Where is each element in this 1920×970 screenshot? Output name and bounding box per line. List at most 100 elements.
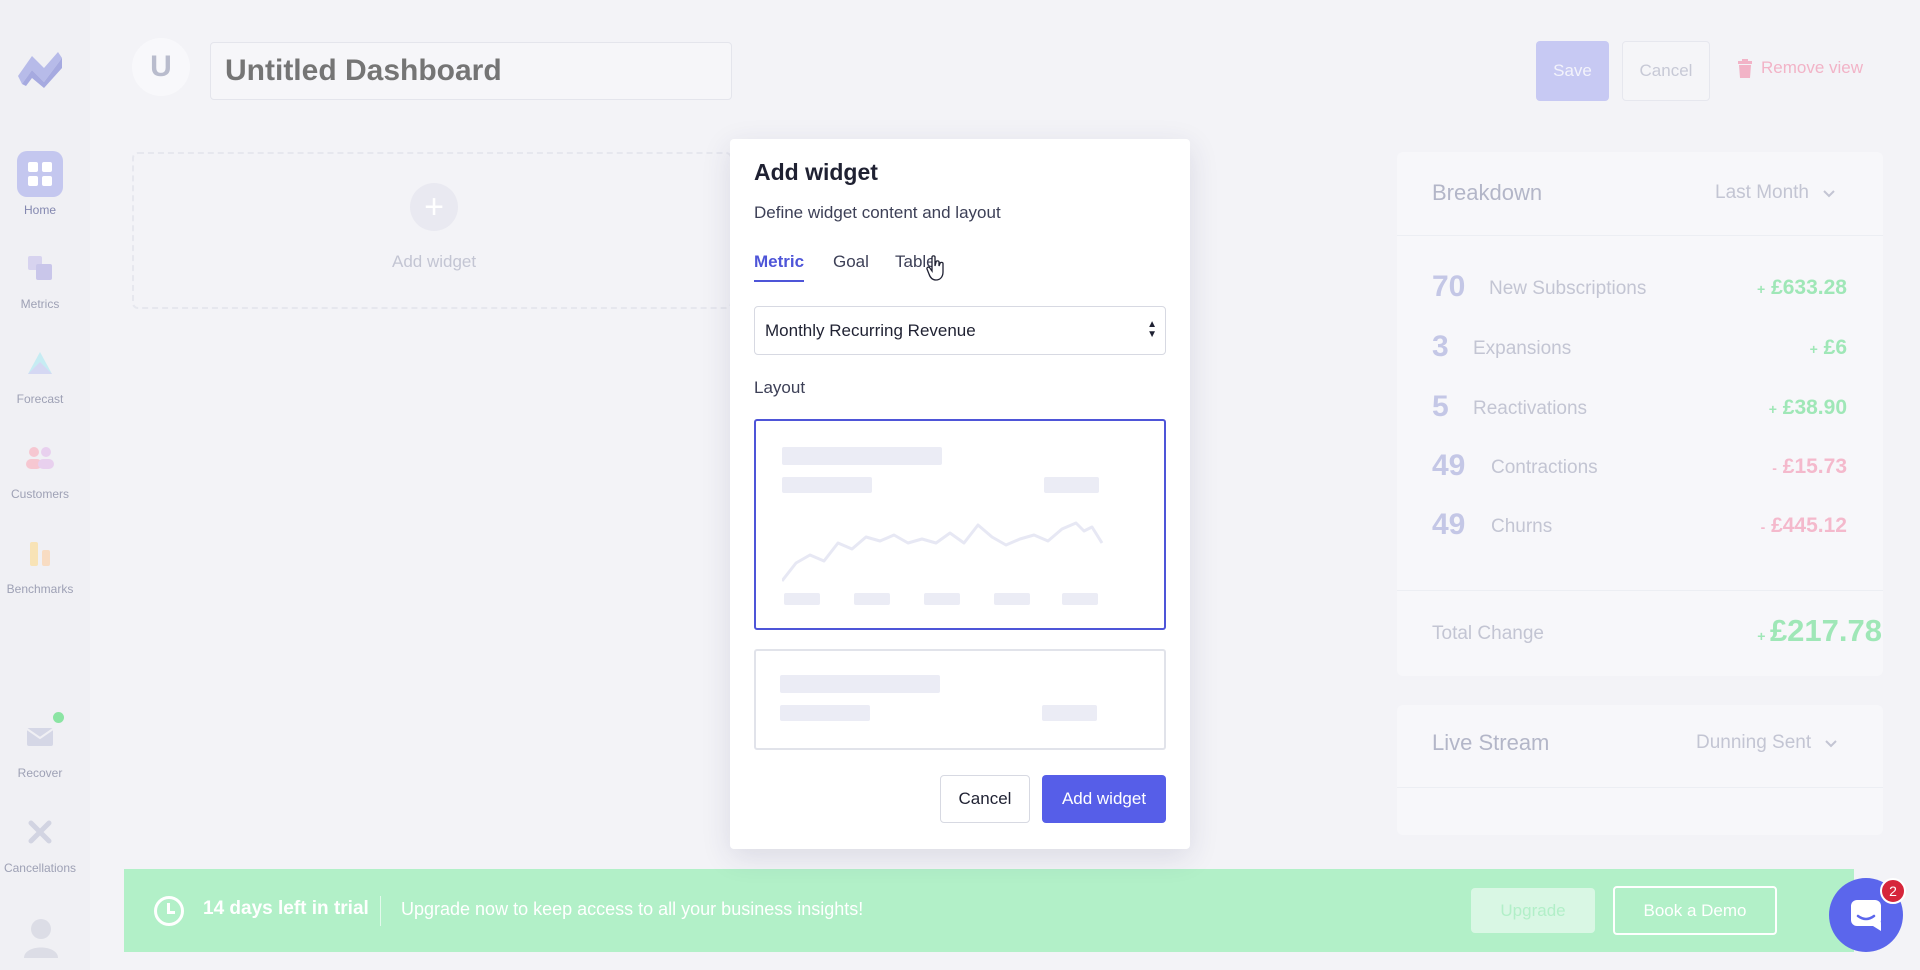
skeleton-bar	[854, 593, 890, 605]
divider	[1397, 787, 1883, 788]
total-change-value: + £217.78	[1757, 613, 1882, 648]
row-count: 49	[1432, 508, 1466, 541]
tab-goal[interactable]: Goal	[833, 252, 869, 280]
row-value: + £6	[1809, 336, 1847, 359]
total-change-label: Total Change	[1432, 623, 1544, 644]
trial-message: Upgrade now to keep access to all your b…	[401, 899, 864, 919]
skeleton-bar	[1062, 593, 1098, 605]
modal-title: Add widget	[754, 159, 878, 185]
row-label: Contractions	[1491, 457, 1598, 478]
add-widget-button[interactable]: Add widget	[1042, 775, 1166, 823]
save-button[interactable]: Save	[1536, 41, 1609, 101]
skeleton-bar	[780, 705, 870, 721]
notification-dot	[53, 712, 64, 723]
remove-view-label: Remove view	[1761, 58, 1864, 77]
breakdown-row: 49 Contractions - £15.73	[1432, 449, 1847, 489]
sidebar-item-home[interactable]: Home	[0, 151, 80, 217]
layout-label: Layout	[754, 378, 806, 397]
home-icon	[17, 151, 63, 197]
skeleton-bar	[780, 675, 940, 693]
row-label: New Subscriptions	[1489, 278, 1647, 299]
sidebar-item-label: Home	[23, 203, 56, 217]
row-value: + £38.90	[1768, 396, 1847, 419]
clock-icon	[154, 896, 184, 926]
chat-icon	[1851, 900, 1881, 931]
row-count: 5	[1432, 390, 1449, 423]
add-widget-placeholder-label: Add widget	[392, 252, 477, 271]
tab-metric[interactable]: Metric	[754, 252, 805, 282]
sidebar-item-label: Forecast	[16, 392, 64, 406]
row-label: Churns	[1491, 516, 1553, 537]
row-value: - £445.12	[1760, 514, 1847, 537]
trial-days-left: 14 days left in trial	[203, 898, 369, 919]
benchmarks-icon	[17, 530, 63, 576]
sidebar-item-label: Benchmarks	[6, 582, 74, 596]
chevron-down-icon	[1825, 740, 1838, 748]
sidebar-item-metrics[interactable]: Metrics	[0, 245, 80, 311]
plus-icon[interactable]: +	[410, 183, 458, 231]
row-value: - £15.73	[1772, 455, 1847, 478]
divider	[380, 896, 381, 926]
skeleton-bar	[1042, 705, 1097, 721]
skeleton-bar	[782, 447, 942, 465]
modal-subtitle: Define widget content and layout	[754, 203, 1001, 222]
breakdown-row: 70 New Subscriptions + £633.28	[1432, 270, 1847, 310]
metrics-icon	[17, 245, 63, 291]
live-stream-title: Live Stream	[1432, 730, 1550, 755]
logo-icon[interactable]	[14, 46, 66, 92]
breakdown-row: 5 Reactivations + £38.90	[1432, 390, 1847, 430]
cancel-button[interactable]: Cancel	[1622, 41, 1710, 101]
sidebar-item-label: Recover	[17, 766, 63, 780]
chevron-down-icon	[1823, 190, 1835, 198]
forecast-icon	[17, 340, 63, 386]
breakdown-period-select[interactable]: Last Month	[1715, 182, 1836, 204]
metric-select-value: Monthly Recurring Revenue	[765, 320, 976, 340]
row-count: 3	[1432, 330, 1449, 363]
dashboard-avatar: U	[132, 38, 190, 96]
cancellations-icon	[17, 809, 63, 855]
divider	[1397, 590, 1883, 591]
skeleton-bar	[924, 593, 960, 605]
chat-unread-badge: 2	[1880, 878, 1906, 904]
skeleton-bar	[1044, 477, 1099, 493]
sidebar-item-label: Metrics	[20, 297, 60, 311]
hand-cursor-icon	[926, 255, 944, 281]
metric-select[interactable]: Monthly Recurring Revenue ▲ ▼	[754, 306, 1166, 355]
divider	[1397, 235, 1883, 236]
skeleton-bar	[784, 593, 820, 605]
upgrade-button[interactable]: Upgrade	[1471, 888, 1595, 933]
book-demo-button[interactable]: Book a Demo	[1613, 886, 1777, 935]
row-count: 49	[1432, 449, 1466, 482]
breakdown-row: 3 Expansions + £6	[1432, 330, 1847, 370]
sidebar-item-customers[interactable]: Customers	[0, 435, 80, 501]
layout-option-number[interactable]	[754, 649, 1166, 750]
sidebar: Home Metrics Forecast Customers Benchmar…	[0, 0, 90, 970]
skeleton-bar	[782, 477, 872, 493]
dashboard-title-input[interactable]	[210, 42, 732, 100]
line-chart-preview	[782, 521, 1104, 582]
live-stream-filter-label: Dunning Sent	[1696, 732, 1812, 753]
sidebar-item-label: Cancellations	[3, 861, 77, 875]
sidebar-item-cancellations[interactable]: Cancellations	[0, 809, 80, 875]
modal-cancel-button[interactable]: Cancel	[940, 775, 1030, 823]
row-value: + £633.28	[1757, 276, 1847, 299]
row-label: Expansions	[1473, 338, 1572, 359]
breakdown-title: Breakdown	[1432, 180, 1543, 205]
live-stream-filter-select[interactable]: Dunning Sent	[1696, 732, 1838, 754]
breakdown-row: 49 Churns - £445.12	[1432, 508, 1847, 548]
select-arrows-icon: ▲ ▼	[1147, 319, 1157, 340]
add-widget-modal: Add widget Define widget content and lay…	[730, 139, 1190, 849]
layout-option-chart[interactable]	[754, 419, 1166, 630]
user-avatar-icon[interactable]	[22, 916, 60, 958]
row-count: 70	[1432, 270, 1466, 303]
sidebar-item-benchmarks[interactable]: Benchmarks	[0, 530, 80, 596]
sidebar-item-recover[interactable]: Recover	[0, 714, 80, 780]
breakdown-period-label: Last Month	[1715, 182, 1809, 203]
skeleton-bar	[994, 593, 1030, 605]
live-stream-card	[1397, 705, 1883, 835]
remove-view-button[interactable]: Remove view	[1737, 58, 1863, 78]
trash-icon	[1738, 58, 1752, 78]
sidebar-item-forecast[interactable]: Forecast	[0, 340, 80, 406]
row-label: Reactivations	[1473, 398, 1588, 419]
sidebar-item-label: Customers	[10, 487, 69, 501]
